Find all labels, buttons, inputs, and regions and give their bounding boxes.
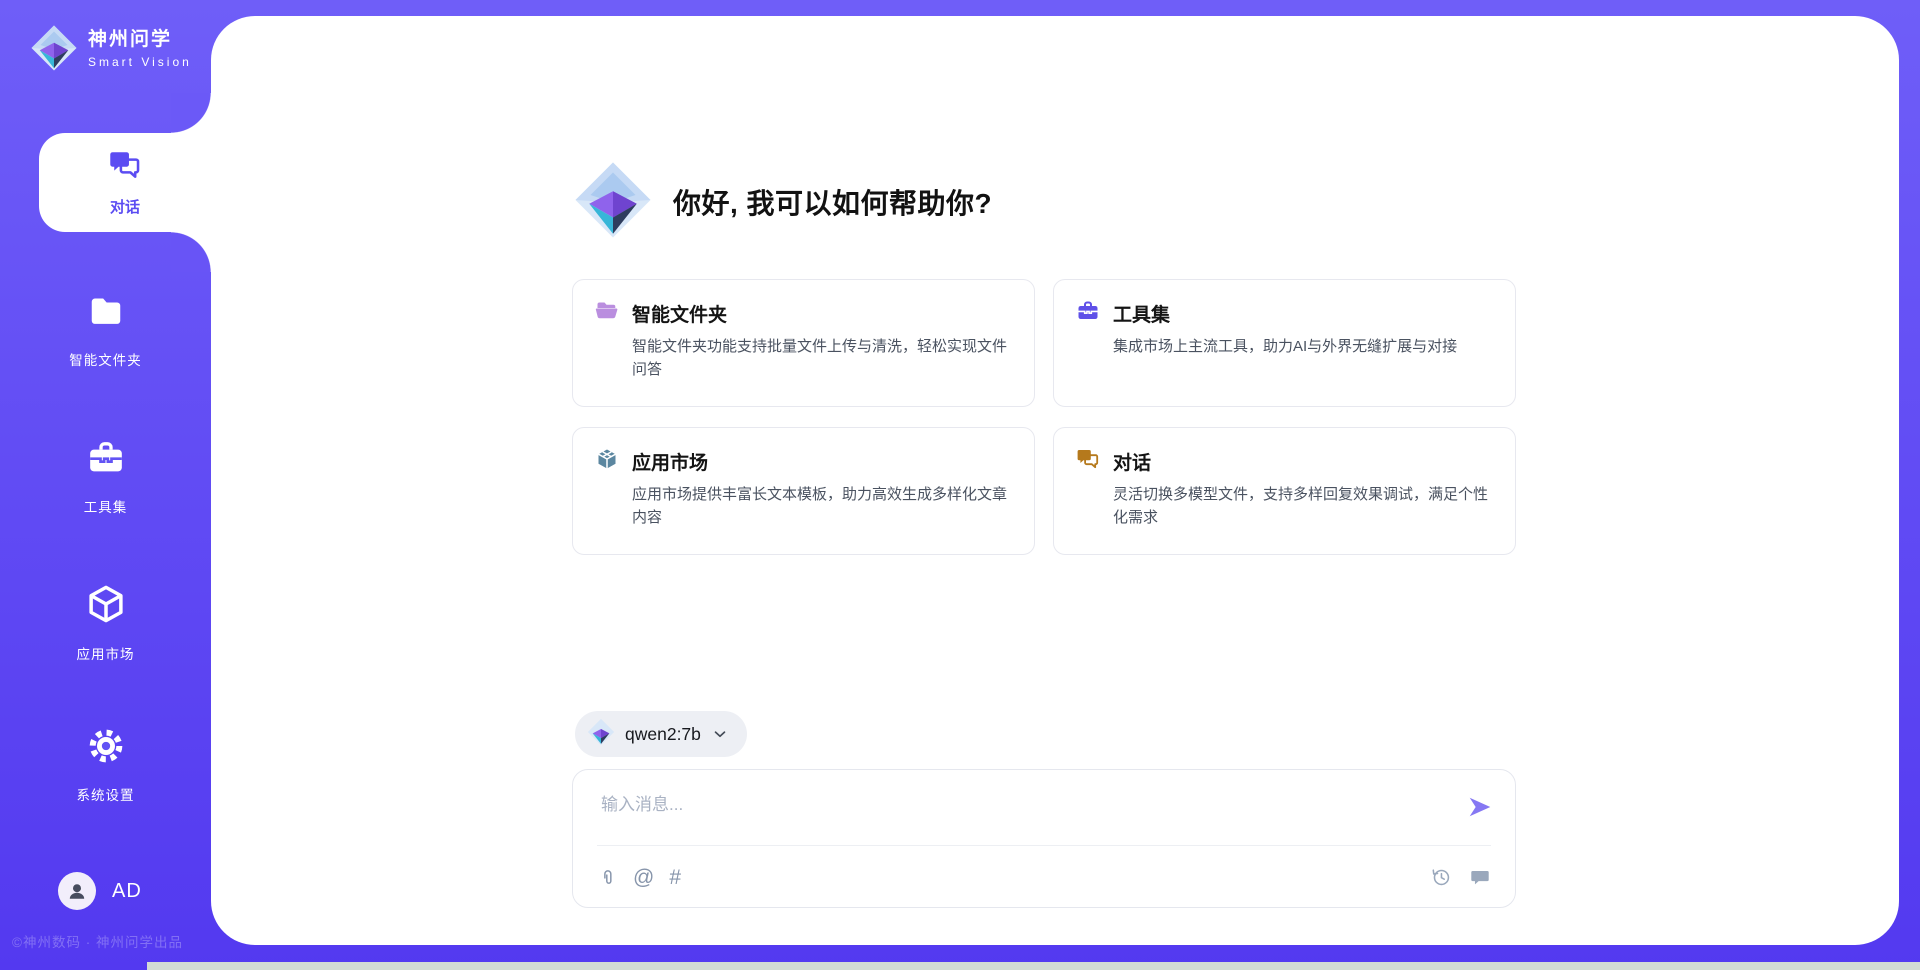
sidebar-item-smart-folder[interactable]: 智能文件夹 xyxy=(0,293,211,369)
sidebar-item-toolset[interactable]: 工具集 xyxy=(0,438,211,516)
sidebar-footer: ©神州数码 · 神州问学出品 xyxy=(12,931,183,951)
at-mention-icon[interactable]: @ xyxy=(633,867,654,888)
card-app-market[interactable]: 应用市场 应用市场提供丰富长文本模板，助力高效生成多样化文章内容 xyxy=(572,427,1035,555)
sidebar-item-label: 系统设置 xyxy=(77,784,135,804)
card-description: 灵活切换多模型文件，支持多样回复效果调试，满足个性化需求 xyxy=(1113,483,1493,530)
history-icon[interactable] xyxy=(1430,866,1452,888)
card-chat[interactable]: 对话 灵活切换多模型文件，支持多样回复效果调试，满足个性化需求 xyxy=(1053,427,1516,555)
card-title: 应用市场 xyxy=(632,448,708,475)
card-toolset[interactable]: 工具集 集成市场上主流工具，助力AI与外界无缝扩展与对接 xyxy=(1053,279,1516,407)
card-title: 智能文件夹 xyxy=(632,300,727,327)
avatar xyxy=(58,872,96,910)
chat-icon xyxy=(108,148,142,187)
send-icon[interactable] xyxy=(1467,794,1493,820)
brand: 神州问学 Smart Vision xyxy=(30,24,192,77)
sidebar-item-app-market[interactable]: 应用市场 xyxy=(0,583,211,663)
model-name: qwen2:7b xyxy=(625,724,701,745)
brand-name: 神州问学 xyxy=(88,30,192,49)
message-input[interactable] xyxy=(601,790,1441,838)
greeting-title: 你好, 我可以如何帮助你? xyxy=(673,182,992,222)
sidebar-item-label: 对话 xyxy=(110,196,140,217)
card-description: 应用市场提供丰富长文本模板，助力高效生成多样化文章内容 xyxy=(632,483,1012,530)
cube-icon xyxy=(85,583,127,630)
gear-icon xyxy=(86,726,126,771)
chat-bubble-icon[interactable] xyxy=(1469,866,1491,888)
message-composer: @ # xyxy=(572,769,1516,908)
sidebar-item-label: 智能文件夹 xyxy=(69,349,142,369)
card-title: 工具集 xyxy=(1113,300,1170,327)
toolbox-icon xyxy=(86,438,126,483)
card-description: 集成市场上主流工具，助力AI与外界无缝扩展与对接 xyxy=(1113,335,1493,358)
feature-cards: 智能文件夹 智能文件夹功能支持批量文件上传与清洗，轻松实现文件问答 工具集 集成… xyxy=(572,279,1516,555)
model-logo-diamond-icon xyxy=(587,718,615,751)
tab-fillet-bottom xyxy=(171,232,211,272)
sidebar-item-label: 工具集 xyxy=(84,496,128,516)
tab-fillet-top xyxy=(171,93,211,133)
user-profile[interactable]: AD xyxy=(58,872,142,910)
sidebar-item-settings[interactable]: 系统设置 xyxy=(0,726,211,804)
sidebar-item-chat[interactable]: 对话 xyxy=(39,133,211,232)
card-description: 智能文件夹功能支持批量文件上传与清洗，轻松实现文件问答 xyxy=(632,335,1012,382)
brand-logo-diamond-icon xyxy=(30,24,78,77)
paperclip-icon[interactable] xyxy=(597,867,618,888)
composer-toolbar: @ # xyxy=(597,846,1491,908)
open-folder-icon xyxy=(595,299,619,328)
chevron-down-icon xyxy=(711,725,729,743)
sidebar-item-label: 应用市场 xyxy=(77,643,135,663)
card-title: 对话 xyxy=(1113,448,1151,475)
main-panel: 你好, 我可以如何帮助你? 智能文件夹 智能文件夹功能支持批量文件上传与清洗，轻… xyxy=(211,16,1899,945)
greeting-block: 你好, 我可以如何帮助你? xyxy=(573,159,992,245)
cube-icon xyxy=(595,447,619,476)
model-selector[interactable]: qwen2:7b xyxy=(575,711,747,757)
assistant-logo-diamond-icon xyxy=(573,160,653,245)
hash-topic-icon[interactable]: # xyxy=(669,867,681,888)
card-smart-folder[interactable]: 智能文件夹 智能文件夹功能支持批量文件上传与清洗，轻松实现文件问答 xyxy=(572,279,1035,407)
folder-icon xyxy=(87,293,125,336)
brand-subtitle: Smart Vision xyxy=(88,55,192,69)
horizontal-scrollbar[interactable] xyxy=(147,962,1920,970)
chat-icon xyxy=(1076,447,1100,476)
user-initials: AD xyxy=(112,880,142,903)
toolbox-icon xyxy=(1076,299,1100,328)
